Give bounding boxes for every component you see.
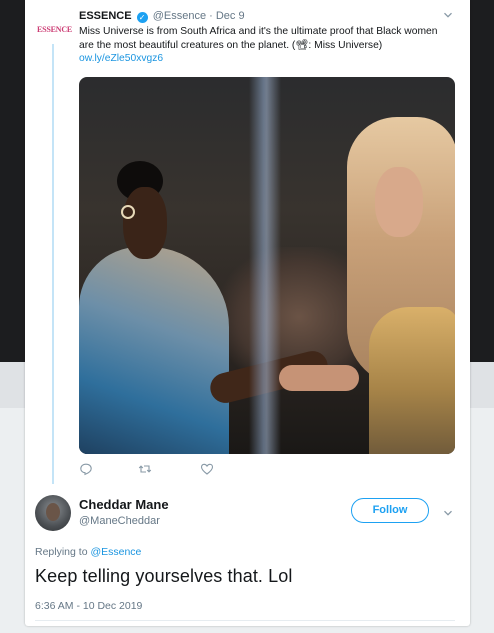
media-earring [121,205,135,219]
retweet-icon[interactable] [138,462,152,476]
original-tweet-text-line-1: Miss Universe is from South Africa and i… [79,26,438,37]
thread-connector-line [52,44,54,484]
divider [35,620,455,621]
reply-author-avatar[interactable] [35,495,71,531]
original-tweet-text: Miss Universe is from South Africa and i… [79,25,454,53]
media-figure-right-dress [369,307,455,454]
reply-author-handle[interactable]: @ManeCheddar [79,515,160,527]
media-spotlight-beam [249,77,281,454]
verified-badge-icon: ✓ [136,12,148,23]
original-author-handle[interactable]: @Essence [153,10,206,22]
original-tweet-text-line-2: are the most beautiful creatures on the … [79,40,383,51]
media-figure-left-face [123,187,167,259]
heart-icon[interactable] [200,462,214,476]
media-figure-right-face [375,167,423,237]
original-tweet-header: ESSENCE ✓ @Essence · Dec 9 [79,10,245,23]
replying-to-handle[interactable]: @Essence [90,546,141,558]
reply-author-name[interactable]: Cheddar Mane [79,497,169,512]
avatar-face [46,503,60,521]
original-tweet-link[interactable]: ow.ly/eZle50xvgz6 [79,53,163,64]
media-hands [279,365,359,391]
reply-timestamp[interactable]: 6:36 AM - 10 Dec 2019 [35,600,142,612]
chevron-down-icon[interactable] [443,10,453,20]
tweet-media-image[interactable] [79,77,455,454]
media-figure-left-dress [79,247,229,454]
chevron-down-icon[interactable] [443,508,453,518]
replying-to-line: Replying to @Essence [35,546,141,558]
follow-button[interactable]: Follow [351,498,429,523]
essence-avatar-logo[interactable]: ESSENCE [37,25,72,37]
header-separator: · [209,10,213,22]
replying-to-label: Replying to [35,546,88,558]
reply-tweet-text: Keep telling yourselves that. Lol [35,566,293,586]
original-tweet-date[interactable]: Dec 9 [216,10,245,22]
reply-icon[interactable] [79,462,93,476]
original-author-name[interactable]: ESSENCE [79,10,132,22]
